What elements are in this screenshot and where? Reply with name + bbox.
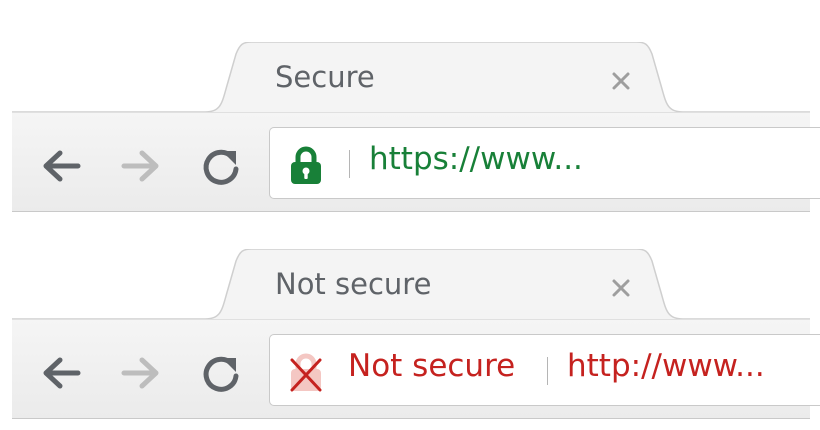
close-icon[interactable] [606,273,636,303]
tab-strip: Not secure [0,249,820,320]
toolbar: Not secure http://www... [12,319,820,419]
reload-icon[interactable] [198,350,244,396]
lock-icon[interactable] [288,145,324,185]
tab-title: Not secure [275,267,432,301]
close-icon[interactable] [606,66,636,96]
arrow-left-icon[interactable] [38,350,84,396]
tab-shape [12,42,810,113]
arrow-right-icon[interactable] [118,350,164,396]
omnibox-divider [349,150,350,178]
reload-icon[interactable] [198,143,244,189]
address-bar[interactable]: Not secure http://www... [269,334,820,406]
browser-window-not-secure: Not secure Not secure http://www... [0,249,820,419]
omnibox-divider [547,357,548,385]
url-text[interactable]: https://www... [369,141,583,177]
tab-strip: Secure [0,42,820,113]
arrow-right-icon[interactable] [118,143,164,189]
url-text[interactable]: http://www... [567,348,765,384]
toolbar: https://www... [12,112,820,212]
not-secure-icon[interactable] [288,352,324,392]
address-bar[interactable]: https://www... [269,127,820,199]
tab-title: Secure [275,60,375,94]
browser-window-secure: Secure https://www... [0,42,820,212]
security-label[interactable]: Not secure [348,348,515,384]
arrow-left-icon[interactable] [38,143,84,189]
